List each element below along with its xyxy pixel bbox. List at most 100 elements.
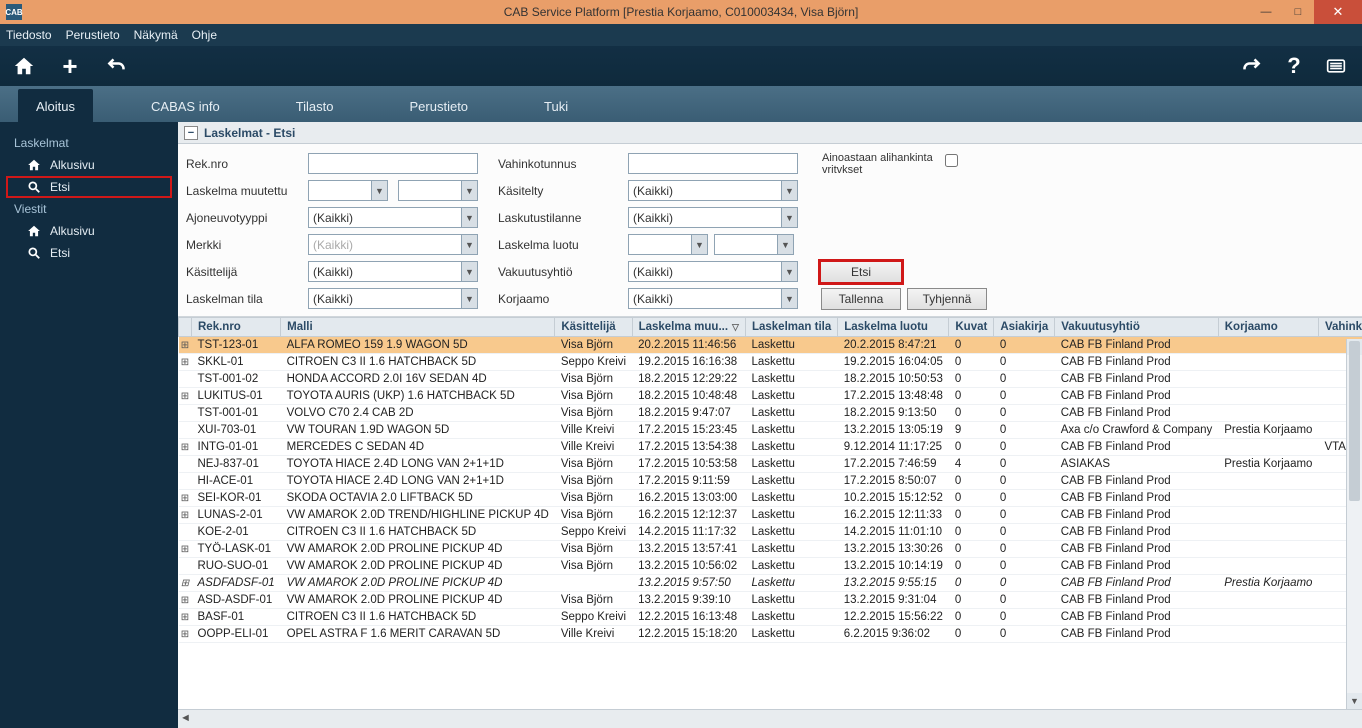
chevron-down-icon: ▼	[461, 235, 477, 254]
merkki-combo[interactable]: (Kaikki)▼	[308, 234, 478, 255]
table-row[interactable]: XUI-703-01VW TOURAN 1.9D WAGON 5DVille K…	[179, 422, 1362, 439]
scroll-left-icon[interactable]: ◄	[180, 712, 191, 724]
tab-aloitus[interactable]: Aloitus	[18, 89, 93, 122]
table-row[interactable]: ⊞ASD-ASDF-01VW AMAROK 2.0D PROLINE PICKU…	[179, 592, 1362, 609]
reknro-input[interactable]	[308, 153, 478, 174]
tab-cabas-info[interactable]: CABAS info	[133, 89, 238, 122]
col-expand[interactable]	[179, 318, 192, 337]
table-row[interactable]: ⊞LUNAS-2-01VW AMAROK 2.0D TREND/HIGHLINE…	[179, 507, 1362, 524]
col-luotu[interactable]: Laskelma luotu	[838, 318, 949, 337]
col-kasittelija[interactable]: Käsittelijä	[555, 318, 632, 337]
sidebar-item-alkusivu[interactable]: Alkusivu	[6, 154, 172, 176]
table-row[interactable]: TST-001-02HONDA ACCORD 2.0I 16V SEDAN 4D…	[179, 371, 1362, 388]
list-icon[interactable]	[1324, 54, 1348, 78]
kasitelty-combo[interactable]: (Kaikki)▼	[628, 180, 798, 201]
scroll-down-icon[interactable]: ▼	[1347, 693, 1362, 709]
muutettu-from-combo[interactable]: ▼	[308, 180, 388, 201]
col-muutettu[interactable]: Laskelma muu...▽	[632, 318, 745, 337]
kasittelija-combo[interactable]: (Kaikki)▼	[308, 261, 478, 282]
table-row[interactable]: RUO-SUO-01VW AMAROK 2.0D PROLINE PICKUP …	[179, 558, 1362, 575]
close-button[interactable]: ✕	[1314, 0, 1362, 24]
cell: OOPP-ELI-01	[192, 626, 281, 643]
sidebar-item-viestit-etsi[interactable]: Etsi	[6, 242, 172, 264]
sidebar-item-etsi[interactable]: Etsi	[6, 176, 172, 198]
etsi-button[interactable]: Etsi	[818, 259, 904, 285]
col-reknro[interactable]: Rek.nro	[192, 318, 281, 337]
table-row[interactable]: TST-001-01VOLVO C70 2.4 CAB 2DVisa Björn…	[179, 405, 1362, 422]
redo-icon[interactable]	[1240, 54, 1264, 78]
col-malli[interactable]: Malli	[281, 318, 555, 337]
col-tila[interactable]: Laskelman tila	[745, 318, 837, 337]
luotu-from-combo[interactable]: ▼	[628, 234, 708, 255]
scrollbar-thumb[interactable]	[1349, 341, 1360, 501]
menu-perustieto[interactable]: Perustieto	[66, 28, 120, 42]
cell: KOE-2-01	[192, 524, 281, 541]
minimize-button[interactable]: —	[1250, 0, 1282, 24]
horizontal-scrollbar[interactable]: ◄	[178, 709, 1362, 728]
cell: 13.2.2015 10:56:02	[632, 558, 745, 575]
menu-ohje[interactable]: Ohje	[192, 28, 217, 42]
cell: Laskettu	[745, 337, 837, 354]
col-vakuutusyhtio[interactable]: Vakuutusyhtiö	[1055, 318, 1218, 337]
tab-tilasto[interactable]: Tilasto	[278, 89, 352, 122]
col-asiakirja[interactable]: Asiakirja	[994, 318, 1055, 337]
table-row[interactable]: KOE-2-01CITROEN C3 II 1.6 HATCHBACK 5DSe…	[179, 524, 1362, 541]
tab-perustieto[interactable]: Perustieto	[392, 89, 487, 122]
filter-form: Rek.nro Vahinkotunnus Ainoastaan alihank…	[178, 144, 1362, 317]
plus-icon[interactable]: +	[58, 54, 82, 78]
vertical-scrollbar[interactable]: ▲ ▼	[1346, 339, 1362, 709]
cell	[555, 575, 632, 592]
table-row[interactable]: HI-ACE-01TOYOTA HIACE 2.4D LONG VAN 2+1+…	[179, 473, 1362, 490]
col-kuvat[interactable]: Kuvat	[949, 318, 994, 337]
ajotyyppi-combo[interactable]: (Kaikki)▼	[308, 207, 478, 228]
vahinkotunnus-input[interactable]	[628, 153, 798, 174]
table-row[interactable]: ⊞ASDFADSF-01VW AMAROK 2.0D PROLINE PICKU…	[179, 575, 1362, 592]
cell: CAB FB Finland Prod	[1055, 524, 1218, 541]
home-icon[interactable]	[12, 54, 36, 78]
undo-icon[interactable]	[104, 54, 128, 78]
cell: Visa Björn	[555, 337, 632, 354]
laskutustilanne-combo[interactable]: (Kaikki)▼	[628, 207, 798, 228]
tyhjenna-button[interactable]: Tyhjennä	[907, 288, 987, 310]
label-ajotyyppi: Ajoneuvotyyppi	[186, 211, 298, 225]
maximize-button[interactable]: □	[1282, 0, 1314, 24]
cell: Laskettu	[745, 558, 837, 575]
col-vahinko[interactable]: Vahinkot	[1318, 318, 1362, 337]
cell: 0	[949, 558, 994, 575]
sidebar-item-viestit-alkusivu[interactable]: Alkusivu	[6, 220, 172, 242]
cell: Laskettu	[745, 609, 837, 626]
table-row[interactable]: ⊞OOPP-ELI-01OPEL ASTRA F 1.6 MERIT CARAV…	[179, 626, 1362, 643]
tab-tuki[interactable]: Tuki	[526, 89, 586, 122]
laskelman-tila-combo[interactable]: (Kaikki)▼	[308, 288, 478, 309]
muutettu-to-combo[interactable]: ▼	[398, 180, 478, 201]
table-row[interactable]: ⊞TST-123-01ALFA ROMEO 159 1.9 WAGON 5DVi…	[179, 337, 1362, 354]
menu-nakyma[interactable]: Näkymä	[134, 28, 178, 42]
cell: HONDA ACCORD 2.0I 16V SEDAN 4D	[281, 371, 555, 388]
cell: Prestia Korjaamo	[1218, 575, 1318, 592]
col-korjaamo[interactable]: Korjaamo	[1218, 318, 1318, 337]
table-row[interactable]: ⊞SKKL-01CITROEN C3 II 1.6 HATCHBACK 5DSe…	[179, 354, 1362, 371]
korjaamo-combo[interactable]: (Kaikki)▼	[628, 288, 798, 309]
ainoastaan-checkbox[interactable]	[945, 154, 958, 167]
table-row[interactable]: NEJ-837-01TOYOTA HIACE 2.4D LONG VAN 2+1…	[179, 456, 1362, 473]
cell: 0	[994, 558, 1055, 575]
tallenna-button[interactable]: Tallenna	[821, 288, 901, 310]
cell: 18.2.2015 9:47:07	[632, 405, 745, 422]
table-row[interactable]: ⊞TYÖ-LASK-01VW AMAROK 2.0D PROLINE PICKU…	[179, 541, 1362, 558]
menu-tiedosto[interactable]: Tiedosto	[6, 28, 52, 42]
table-row[interactable]: ⊞SEI-KOR-01SKODA OCTAVIA 2.0 LIFTBACK 5D…	[179, 490, 1362, 507]
home-icon	[26, 157, 42, 173]
cell	[1218, 626, 1318, 643]
cell: 0	[949, 354, 994, 371]
table-row[interactable]: ⊞BASF-01CITROEN C3 II 1.6 HATCHBACK 5DSe…	[179, 609, 1362, 626]
luotu-to-combo[interactable]: ▼	[714, 234, 794, 255]
cell: ASDFADSF-01	[192, 575, 281, 592]
cell: 14.2.2015 11:17:32	[632, 524, 745, 541]
cell: Laskettu	[745, 524, 837, 541]
vakuutusyhtio-combo[interactable]: (Kaikki)▼	[628, 261, 798, 282]
table-row[interactable]: ⊞LUKITUS-01TOYOTA AURIS (UKP) 1.6 HATCHB…	[179, 388, 1362, 405]
help-icon[interactable]: ?	[1282, 54, 1306, 78]
cell	[1218, 388, 1318, 405]
table-row[interactable]: ⊞INTG-01-01MERCEDES C SEDAN 4DVille Krei…	[179, 439, 1362, 456]
collapse-button[interactable]: −	[184, 126, 198, 140]
